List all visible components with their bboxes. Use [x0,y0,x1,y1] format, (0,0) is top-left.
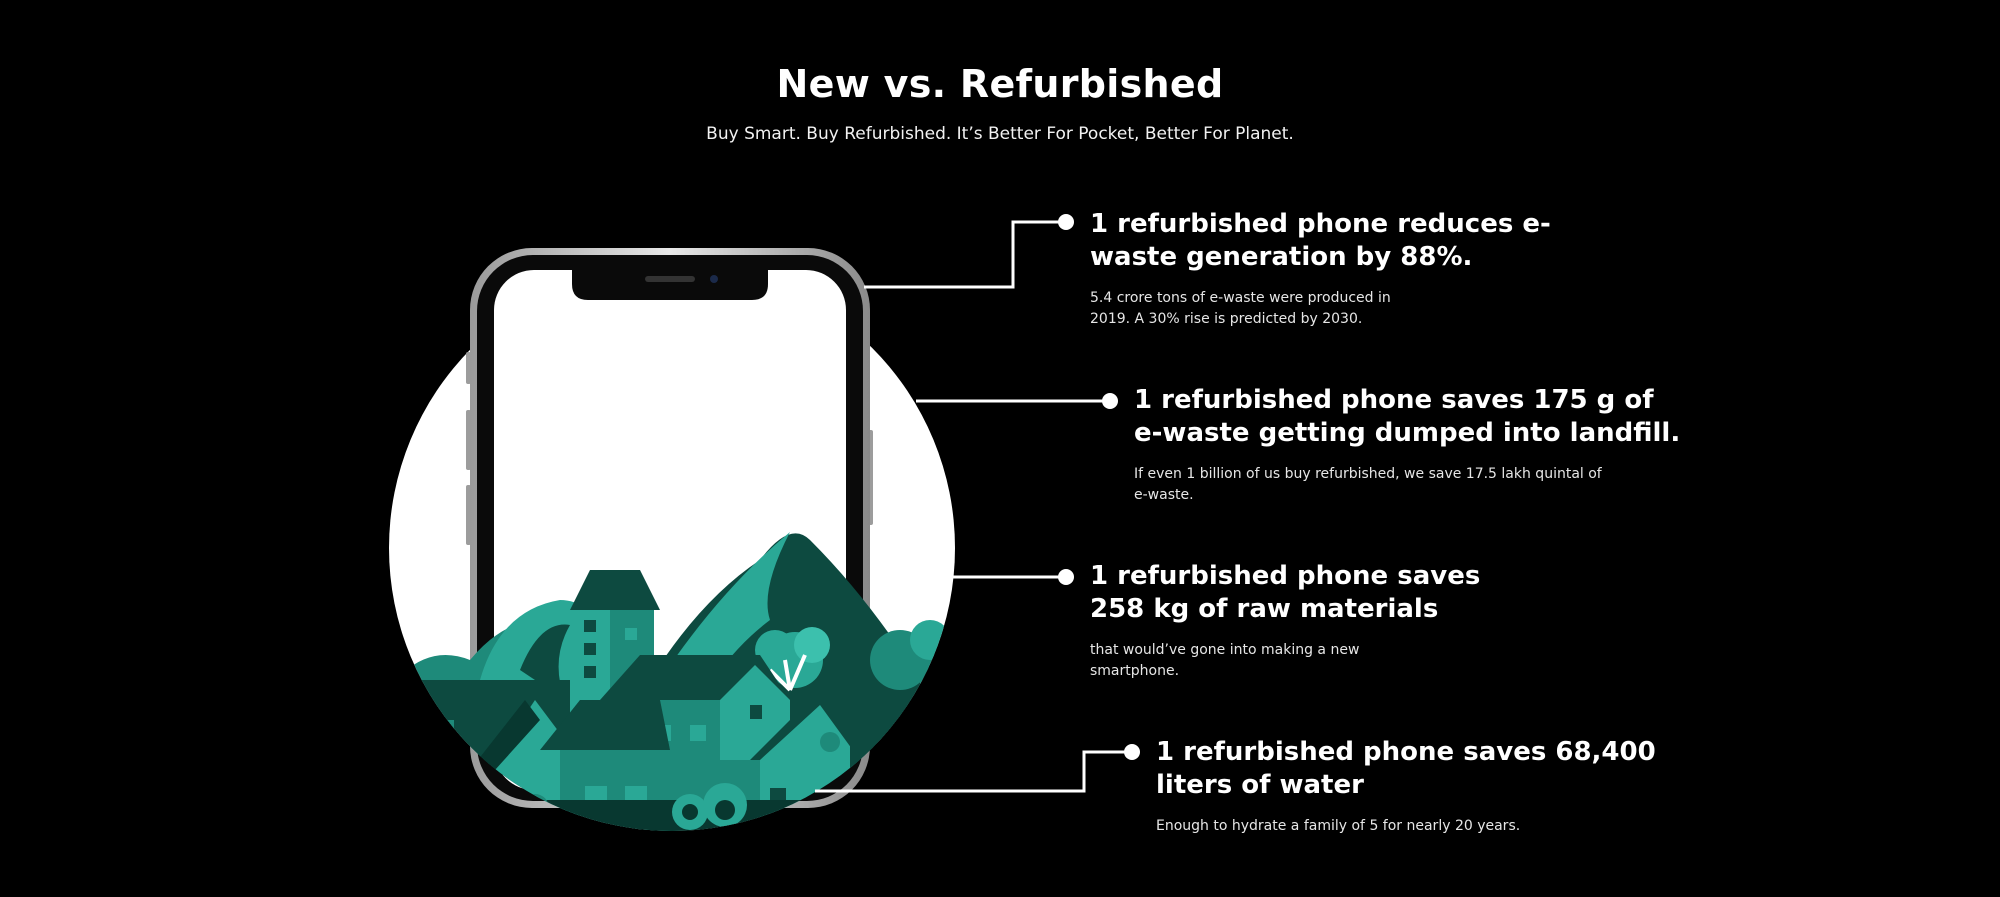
fact-block-2: 1 refurbished phone saves 175 g of e-was… [1134,384,1684,506]
connector-dot-1 [1058,214,1074,230]
window [584,666,596,678]
window [584,620,596,632]
tree [910,620,950,660]
window [584,643,596,655]
fact-detail: that would’ve gone into making a new sma… [1090,642,1360,679]
fact-heading: 1 refurbished phone saves 68,400 liters … [1156,737,1656,800]
fact-heading: 1 refurbished phone reduces e-waste gene… [1090,209,1551,272]
connector-dot-2 [1102,393,1118,409]
connector-dot-3 [1058,569,1074,585]
phone-speaker [645,276,695,282]
connector-dot-4 [1124,744,1140,760]
fact-heading: 1 refurbished phone saves 258 kg of raw … [1090,561,1481,624]
fact-block-3: 1 refurbished phone saves 258 kg of raw … [1090,560,1510,682]
smartphone-village-illustration [389,214,1140,831]
fact-block-1: 1 refurbished phone reduces e-waste gene… [1090,208,1560,330]
fact-detail: Enough to hydrate a family of 5 for near… [1156,818,1521,834]
window [750,705,762,719]
window [625,628,637,640]
fact-detail: 5.4 crore tons of e-waste were produced … [1090,290,1391,327]
fact-heading: 1 refurbished phone saves 175 g of e-was… [1134,385,1681,448]
bush [682,804,698,820]
window [440,720,454,734]
window [690,725,706,741]
phone-notch [572,266,768,300]
phone-camera [710,275,718,283]
bush [715,800,735,820]
fact-detail: If even 1 billion of us buy refurbished,… [1134,466,1602,503]
fact-block-4: 1 refurbished phone saves 68,400 liters … [1156,736,1656,837]
window-round [820,732,840,752]
tree [794,627,830,663]
connector-line-1 [864,220,1066,289]
